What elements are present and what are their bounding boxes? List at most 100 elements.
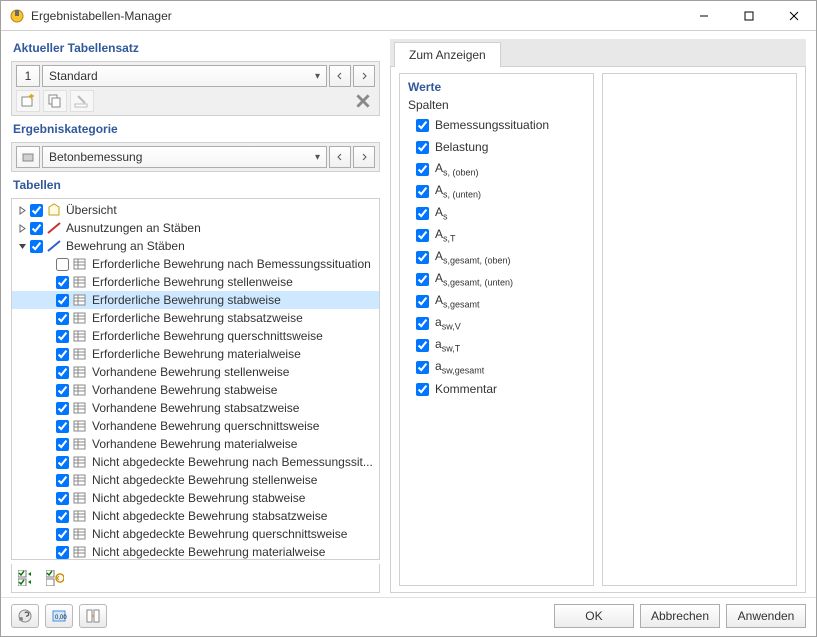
column-checkbox[interactable] xyxy=(416,317,429,330)
tree-child-item[interactable]: Erforderliche Bewehrung nach Bemessungss… xyxy=(12,255,379,273)
expander-icon[interactable] xyxy=(16,240,28,252)
tree-child-item[interactable]: Nicht abgedeckte Bewehrung stabweise xyxy=(12,489,379,507)
category-next-button[interactable] xyxy=(353,146,375,168)
cancel-button[interactable]: Abbrechen xyxy=(640,604,720,628)
copy-table-set-button[interactable] xyxy=(43,90,67,112)
column-checkbox-row[interactable]: asw,gesamt xyxy=(406,356,587,378)
tree-child-item[interactable]: Nicht abgedeckte Bewehrung nach Bemessun… xyxy=(12,453,379,471)
column-checkbox-row[interactable]: Bemessungssituation xyxy=(406,114,587,136)
table-set-number[interactable]: 1 xyxy=(16,65,40,87)
content-area: Aktueller Tabellensatz 1 Standard Ergebn… xyxy=(1,31,816,597)
tree-checkbox[interactable] xyxy=(56,492,69,505)
tree-top-item[interactable]: Übersicht xyxy=(12,201,379,219)
tree-checkbox[interactable] xyxy=(56,258,69,271)
column-checkbox[interactable] xyxy=(416,207,429,220)
column-checkbox-row[interactable]: As,gesamt xyxy=(406,290,587,312)
tree-checkbox[interactable] xyxy=(30,240,43,253)
table-set-prev-button[interactable] xyxy=(329,65,351,87)
tree-child-item[interactable]: Vorhandene Bewehrung stabweise xyxy=(12,381,379,399)
table-icon xyxy=(72,544,88,560)
column-checkbox-row[interactable]: As,T xyxy=(406,224,587,246)
column-checkbox-row[interactable]: As, (oben) xyxy=(406,158,587,180)
column-checkbox-row[interactable]: As,gesamt, (oben) xyxy=(406,246,587,268)
expander-icon[interactable] xyxy=(16,204,28,216)
tree-child-item[interactable]: Vorhandene Bewehrung materialweise xyxy=(12,435,379,453)
tab-to-display[interactable]: Zum Anzeigen xyxy=(394,42,501,67)
tree-checkbox[interactable] xyxy=(30,204,43,217)
tree-node-label: Nicht abgedeckte Bewehrung querschnittsw… xyxy=(92,527,347,541)
tree-child-item[interactable]: Nicht abgedeckte Bewehrung stellenweise xyxy=(12,471,379,489)
tree-top-item[interactable]: Ausnutzungen an Stäben xyxy=(12,219,379,237)
column-checkbox[interactable] xyxy=(416,185,429,198)
tree-checkbox[interactable] xyxy=(56,276,69,289)
column-checkbox[interactable] xyxy=(416,339,429,352)
tree-checkbox[interactable] xyxy=(56,348,69,361)
tree-checkbox[interactable] xyxy=(56,546,69,559)
tree-top-item[interactable]: Bewehrung an Stäben xyxy=(12,237,379,255)
units-button[interactable]: 0,00 xyxy=(45,604,73,628)
export-button[interactable] xyxy=(79,604,107,628)
close-button[interactable] xyxy=(771,1,816,30)
tree-child-item[interactable]: Erforderliche Bewehrung stabsatzweise xyxy=(12,309,379,327)
tree-checkbox[interactable] xyxy=(56,528,69,541)
tree-checkbox[interactable] xyxy=(56,330,69,343)
tree-child-item[interactable]: Nicht abgedeckte Bewehrung materialweise xyxy=(12,543,379,560)
column-checkbox-row[interactable]: asw,V xyxy=(406,312,587,334)
tree-child-item[interactable]: Erforderliche Bewehrung stabweise xyxy=(12,291,379,309)
tree-node-icon xyxy=(46,238,62,254)
tree-child-item[interactable]: Vorhandene Bewehrung querschnittsweise xyxy=(12,417,379,435)
help-button[interactable] xyxy=(11,604,39,628)
column-checkbox[interactable] xyxy=(416,119,429,132)
tree-child-item[interactable]: Nicht abgedeckte Bewehrung stabsatzweise xyxy=(12,507,379,525)
tree-checkbox[interactable] xyxy=(56,456,69,469)
tables-tree[interactable]: ÜbersichtAusnutzungen an Stäben Bewehrung… xyxy=(11,198,380,560)
column-checkbox[interactable] xyxy=(416,361,429,374)
tree-node-label: Bewehrung an Stäben xyxy=(66,239,185,253)
edit-table-set-button[interactable] xyxy=(70,90,94,112)
column-checkbox-row[interactable]: As, (unten) xyxy=(406,180,587,202)
column-checkbox[interactable] xyxy=(416,273,429,286)
tree-checkbox[interactable] xyxy=(56,294,69,307)
category-prev-button[interactable] xyxy=(329,146,351,168)
table-set-combo[interactable]: Standard xyxy=(42,65,327,87)
tree-child-item[interactable]: Vorhandene Bewehrung stellenweise xyxy=(12,363,379,381)
tree-child-item[interactable]: Vorhandene Bewehrung stabsatzweise xyxy=(12,399,379,417)
column-checkbox[interactable] xyxy=(416,383,429,396)
apply-button[interactable]: Anwenden xyxy=(726,604,806,628)
column-checkbox-row[interactable]: Belastung xyxy=(406,136,587,158)
category-icon xyxy=(16,146,40,168)
tree-checkbox[interactable] xyxy=(30,222,43,235)
tree-checkbox[interactable] xyxy=(56,366,69,379)
tree-checkbox[interactable] xyxy=(56,402,69,415)
check-all-button[interactable] xyxy=(15,567,39,589)
maximize-button[interactable] xyxy=(726,1,771,30)
column-checkbox[interactable] xyxy=(416,163,429,176)
column-checkbox-row[interactable]: Kommentar xyxy=(406,378,587,400)
minimize-button[interactable] xyxy=(681,1,726,30)
column-checkbox-row[interactable]: As xyxy=(406,202,587,224)
column-checkbox[interactable] xyxy=(416,295,429,308)
column-checkbox-row[interactable]: As,gesamt, (unten) xyxy=(406,268,587,290)
tree-checkbox[interactable] xyxy=(56,510,69,523)
tree-child-item[interactable]: Erforderliche Bewehrung querschnittsweis… xyxy=(12,327,379,345)
column-checkbox[interactable] xyxy=(416,229,429,242)
uncheck-all-button[interactable] xyxy=(43,567,67,589)
column-checkbox[interactable] xyxy=(416,141,429,154)
tree-checkbox[interactable] xyxy=(56,384,69,397)
new-table-set-button[interactable] xyxy=(16,90,40,112)
tree-checkbox[interactable] xyxy=(56,312,69,325)
tree-child-item[interactable]: Erforderliche Bewehrung materialweise xyxy=(12,345,379,363)
window-root: Ergebnistabellen-Manager Aktueller Tabel… xyxy=(0,0,817,637)
result-category-combo[interactable]: Betonbemessung xyxy=(42,146,327,168)
tree-checkbox[interactable] xyxy=(56,474,69,487)
ok-button[interactable]: OK xyxy=(554,604,634,628)
tree-checkbox[interactable] xyxy=(56,438,69,451)
expander-icon[interactable] xyxy=(16,222,28,234)
delete-table-set-button[interactable] xyxy=(351,90,375,112)
tree-child-item[interactable]: Erforderliche Bewehrung stellenweise xyxy=(12,273,379,291)
column-checkbox-row[interactable]: asw,T xyxy=(406,334,587,356)
tree-child-item[interactable]: Nicht abgedeckte Bewehrung querschnittsw… xyxy=(12,525,379,543)
table-set-next-button[interactable] xyxy=(353,65,375,87)
column-checkbox[interactable] xyxy=(416,251,429,264)
tree-checkbox[interactable] xyxy=(56,420,69,433)
